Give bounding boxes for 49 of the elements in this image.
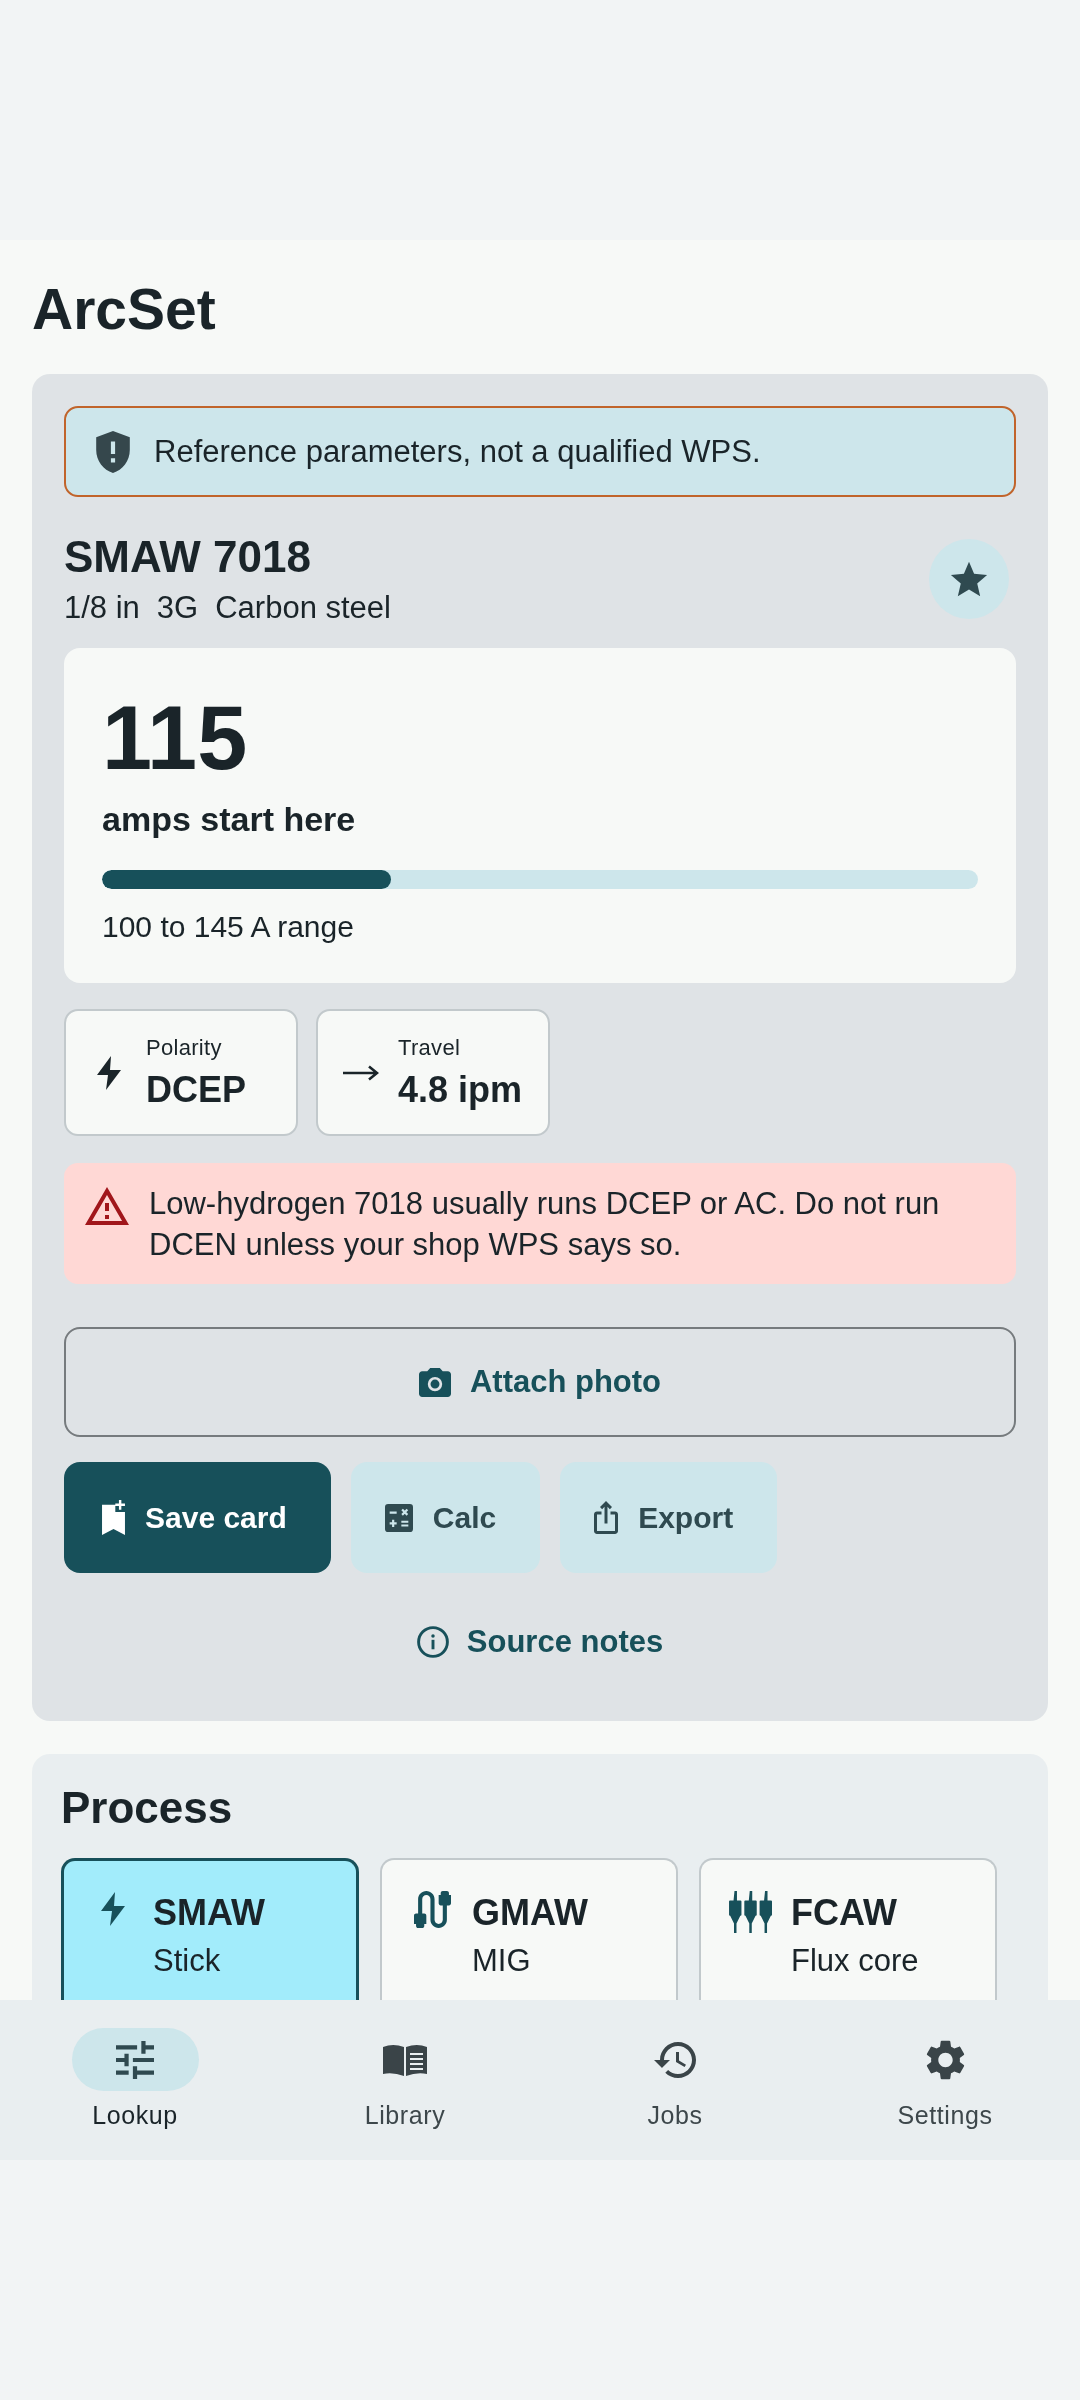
- nav-tab[interactable]: Library: [270, 2000, 540, 2160]
- history-icon: [654, 2041, 696, 2078]
- process-detail: Flux core: [791, 1942, 919, 1980]
- amperage-caption: amps start here: [102, 799, 356, 840]
- stat-value: DCEP: [146, 1067, 247, 1112]
- process-option[interactable]: SMAW Stick: [61, 1858, 359, 2000]
- electrode-title: SMAW 7018: [64, 531, 312, 583]
- right-arrow-icon: [343, 1064, 379, 1081]
- process-option[interactable]: GMAW MIG: [380, 1858, 678, 2000]
- open-book-icon: [383, 2043, 427, 2076]
- bookmark-plus-icon: [102, 1500, 125, 1535]
- spec-text: Carbon steel: [215, 589, 391, 627]
- three-pins-icon: [729, 1891, 773, 1933]
- lightning-bolt-icon: [97, 1055, 121, 1090]
- share-icon: [594, 1501, 619, 1534]
- process-name: SMAW: [153, 1891, 265, 1935]
- lightning-bolt-icon: [101, 1891, 125, 1927]
- save-card-button[interactable]: Save card: [64, 1462, 331, 1573]
- stat-label: Polarity: [146, 1033, 223, 1062]
- process-name: GMAW: [472, 1891, 588, 1935]
- process-detail: MIG: [472, 1942, 531, 1980]
- stat-value: 4.8 ipm: [398, 1067, 523, 1112]
- export-button[interactable]: Export: [560, 1462, 778, 1573]
- app-title: ArcSet: [32, 276, 216, 343]
- stat-label: Travel: [398, 1033, 462, 1062]
- nav-tab[interactable]: Jobs: [540, 2000, 810, 2160]
- spec-text: 1/8 in: [64, 589, 140, 627]
- cable-icon: [413, 1891, 451, 1928]
- calculator-icon: [384, 1503, 413, 1532]
- settings-icon: [925, 2039, 965, 2080]
- warning-icon: [85, 1187, 129, 1225]
- warning-text: Low-hydrogen 7018 usually runs DCEP or AC. Do not run DCEN unless your shop WPS says so.: [149, 1185, 941, 1264]
- nav-tab[interactable]: Settings: [810, 2000, 1080, 2160]
- sliders-icon: [116, 2040, 154, 2079]
- shield-alert-icon: [96, 430, 130, 473]
- calc-button[interactable]: Calc: [350, 1462, 541, 1573]
- process-detail: Stick: [153, 1942, 221, 1980]
- spec-text: 3G: [156, 589, 199, 627]
- info-icon: [416, 1626, 449, 1658]
- attach-photo-button[interactable]: Attach photo: [64, 1327, 1016, 1437]
- process-option[interactable]: FCAW Flux core: [699, 1858, 997, 2000]
- camera-icon: [418, 1367, 451, 1397]
- nav-tab[interactable]: Lookup: [0, 2000, 270, 2160]
- process-title: Process: [61, 1782, 233, 1834]
- process-name: FCAW: [791, 1891, 897, 1935]
- source-notes-link[interactable]: Source notes: [392, 1602, 688, 1682]
- notice-text: Reference parameters, not a qualified WPS.: [154, 432, 761, 471]
- range-text: 100 to 145 A range: [102, 909, 354, 945]
- amperage-value: 115: [102, 688, 248, 788]
